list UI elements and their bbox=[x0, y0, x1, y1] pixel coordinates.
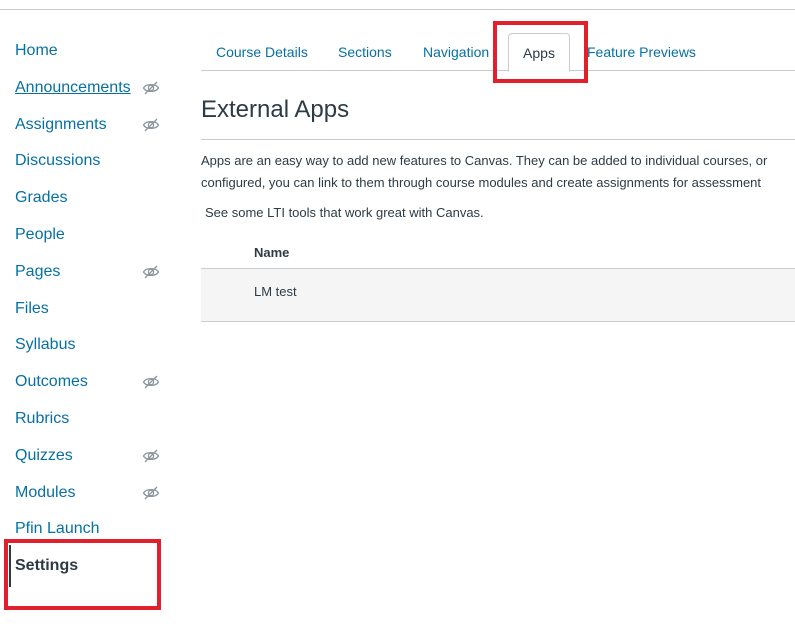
sidebar-item-modules[interactable]: Modules bbox=[15, 480, 165, 506]
sidebar-item-label: Files bbox=[15, 300, 49, 317]
eye-slash-icon bbox=[142, 375, 160, 389]
eye-slash-icon bbox=[142, 449, 160, 463]
eye-slash-icon bbox=[142, 486, 160, 500]
tab-navigation[interactable]: Navigation bbox=[423, 33, 489, 70]
tab-apps[interactable]: Apps bbox=[508, 33, 570, 72]
apps-description: Apps are an easy way to add new features… bbox=[201, 150, 795, 194]
description-line: Apps are an easy way to add new features… bbox=[201, 153, 768, 168]
table-header-name: Name bbox=[254, 245, 290, 260]
sidebar-item-label: Outcomes bbox=[15, 373, 88, 390]
sidebar-item-label: Settings bbox=[15, 557, 79, 574]
sidebar-item-outcomes[interactable]: Outcomes bbox=[15, 369, 165, 395]
table-row[interactable]: LM test bbox=[201, 269, 795, 321]
title-divider bbox=[201, 139, 795, 140]
sidebar-item-label: Pfin Launch bbox=[15, 520, 100, 537]
sidebar-item-label: Grades bbox=[15, 189, 68, 206]
sidebar-item-home[interactable]: Home bbox=[15, 38, 165, 64]
sidebar-item-assignments[interactable]: Assignments bbox=[15, 112, 165, 138]
sidebar-item-announcements[interactable]: Announcements bbox=[15, 75, 165, 101]
sidebar-item-label: Home bbox=[15, 42, 58, 59]
sidebar-item-settings[interactable]: Settings bbox=[15, 553, 165, 579]
eye-slash-icon bbox=[142, 118, 160, 132]
app-name-cell: LM test bbox=[254, 284, 297, 299]
description-line: configured, you can link to them through… bbox=[201, 175, 762, 190]
tab-course-details[interactable]: Course Details bbox=[216, 33, 308, 70]
sidebar-item-label: Assignments bbox=[15, 116, 107, 133]
sidebar-item-label: Pages bbox=[15, 263, 61, 280]
sidebar-item-files[interactable]: Files bbox=[15, 296, 165, 322]
sidebar-item-discussions[interactable]: Discussions bbox=[15, 148, 165, 174]
sidebar-item-rubrics[interactable]: Rubrics bbox=[15, 406, 165, 432]
sidebar-item-label: Rubrics bbox=[15, 410, 70, 427]
sidebar-item-quizzes[interactable]: Quizzes bbox=[15, 443, 165, 469]
sidebar-item-label: Syllabus bbox=[15, 336, 76, 353]
settings-tabs: Course Details Sections Navigation Apps … bbox=[201, 33, 795, 72]
eye-slash-icon bbox=[142, 81, 160, 95]
tab-feature-previews[interactable]: Feature Previews bbox=[587, 33, 696, 70]
tab-sections[interactable]: Sections bbox=[338, 33, 392, 70]
sidebar-item-label: People bbox=[15, 226, 65, 243]
sidebar-item-grades[interactable]: Grades bbox=[15, 185, 165, 211]
sidebar-item-people[interactable]: People bbox=[15, 222, 165, 248]
sidebar-item-syllabus[interactable]: Syllabus bbox=[15, 332, 165, 358]
eye-slash-icon bbox=[142, 265, 160, 279]
sidebar-item-pfin-launch[interactable]: Pfin Launch bbox=[15, 516, 165, 542]
lti-tools-text: See some LTI tools that work great with … bbox=[205, 205, 484, 220]
sidebar-item-label: Announcements bbox=[15, 79, 131, 96]
sidebar-item-label: Discussions bbox=[15, 152, 101, 169]
sidebar-item-label: Modules bbox=[15, 484, 76, 501]
top-divider bbox=[0, 9, 795, 10]
table-divider bbox=[201, 321, 795, 322]
sidebar-item-pages[interactable]: Pages bbox=[15, 259, 165, 285]
sidebar-item-label: Quizzes bbox=[15, 447, 73, 464]
page-title: External Apps bbox=[201, 96, 350, 123]
active-nav-indicator bbox=[9, 545, 11, 587]
